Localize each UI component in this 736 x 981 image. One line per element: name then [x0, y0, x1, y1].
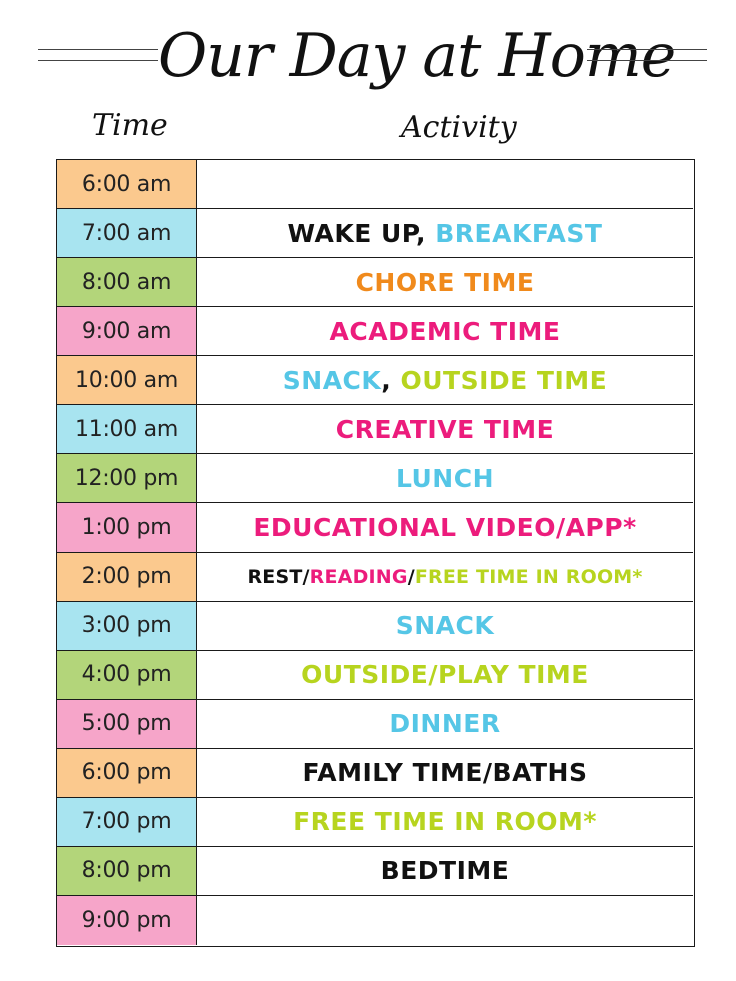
activity-text: / [407, 565, 415, 588]
activity-text: EDUCATIONAL VIDEO/APP* [253, 512, 637, 542]
schedule-row: 6:00 pm FAMILY TIME/BATHS [57, 748, 693, 798]
schedule-row: 12:00 pm LUNCH [57, 454, 693, 504]
time-cell: 5:00 pm [57, 699, 197, 748]
activity-cell: FAMILY TIME/BATHS [197, 749, 693, 797]
activity-cell: SNACK [197, 602, 693, 650]
schedule-row: 8:00 pm BEDTIME [57, 846, 693, 896]
schedule-row: 6:00 am [57, 160, 693, 210]
activity-cell: OUTSIDE/PLAY TIME [197, 651, 693, 699]
activity-text: CHORE TIME [355, 267, 535, 297]
time-cell: 6:00 am [57, 160, 197, 209]
activity-text: READING [309, 565, 408, 588]
activity-text: OUTSIDE/PLAY TIME [301, 660, 589, 690]
activity-text: ACADEMIC TIME [329, 316, 561, 346]
schedule-row: 11:00 am CREATIVE TIME [57, 405, 693, 455]
time-cell: 3:00 pm [57, 601, 197, 650]
schedule-row: 9:00 am ACADEMIC TIME [57, 307, 693, 357]
title-row: Our Day at Home [0, 0, 736, 110]
activity-cell: BEDTIME [197, 847, 693, 895]
activity-text: WAKE UP, [287, 218, 436, 248]
time-cell: 9:00 pm [57, 895, 197, 945]
time-column-header: Time [92, 108, 168, 143]
schedule-row: 1:00 pm EDUCATIONAL VIDEO/APP* [57, 503, 693, 553]
schedule-row: 2:00 pm REST/READING / FREE TIME IN ROOM* [57, 552, 693, 602]
activity-text: LUNCH [395, 463, 495, 493]
time-cell: 4:00 pm [57, 650, 197, 699]
activity-cell: REST/READING / FREE TIME IN ROOM* [197, 553, 693, 601]
activity-cell: DINNER [197, 700, 693, 748]
activity-text: OUTSIDE TIME [400, 365, 608, 395]
time-cell: 10:00 am [57, 356, 197, 405]
activity-text: FAMILY TIME/BATHS [302, 758, 588, 788]
time-cell: 1:00 pm [57, 503, 197, 552]
schedule-row: 9:00 pm [57, 895, 693, 945]
activity-cell: WAKE UP, BREAKFAST [197, 209, 693, 257]
activity-cell: SNACK, OUTSIDE TIME [197, 356, 693, 404]
activity-cell: CHORE TIME [197, 258, 693, 306]
activity-cell [197, 160, 693, 208]
title-decoration-left [38, 49, 158, 61]
time-cell: 2:00 pm [57, 552, 197, 601]
schedule-row: 5:00 pm DINNER [57, 699, 693, 749]
activity-cell: EDUCATIONAL VIDEO/APP* [197, 503, 693, 551]
activity-cell: LUNCH [197, 454, 693, 502]
time-cell: 8:00 pm [57, 846, 197, 895]
activity-cell: FREE TIME IN ROOM* [197, 798, 693, 846]
schedule-table: 6:00 am 7:00 am WAKE UP, BREAKFAST 8:00 am C… [56, 159, 695, 947]
time-cell: 7:00 am [57, 209, 197, 258]
activity-text: , [381, 365, 401, 395]
schedule-row: 8:00 am CHORE TIME [57, 258, 693, 308]
activity-text: FREE TIME IN ROOM* [293, 807, 597, 837]
activity-cell [197, 896, 693, 945]
activity-text: BEDTIME [380, 856, 510, 886]
activity-text: BREAKFAST [435, 218, 603, 248]
time-cell: 9:00 am [57, 307, 197, 356]
activity-text: SNACK [282, 365, 382, 395]
title-decoration-right [587, 49, 707, 61]
schedule-row: 10:00 am SNACK, OUTSIDE TIME [57, 356, 693, 406]
activity-text: FREE TIME IN ROOM* [414, 565, 643, 588]
activity-text: REST/ [247, 565, 310, 588]
activity-text: DINNER [389, 709, 501, 739]
schedule-row: 4:00 pm OUTSIDE/PLAY TIME [57, 650, 693, 700]
activity-text: SNACK [395, 611, 495, 641]
schedule-row: 7:00 pm FREE TIME IN ROOM* [57, 797, 693, 847]
time-cell: 11:00 am [57, 405, 197, 454]
time-cell: 6:00 pm [57, 748, 197, 797]
activity-text: CREATIVE TIME [335, 414, 555, 444]
schedule-row: 3:00 pm SNACK [57, 601, 693, 651]
time-cell: 12:00 pm [57, 454, 197, 503]
schedule-row: 7:00 am WAKE UP, BREAKFAST [57, 209, 693, 259]
page-title: Our Day at Home [158, 21, 676, 91]
activity-cell: CREATIVE TIME [197, 405, 693, 453]
activity-column-header: Activity [401, 110, 517, 145]
time-cell: 8:00 am [57, 258, 197, 307]
time-cell: 7:00 pm [57, 797, 197, 846]
activity-cell: ACADEMIC TIME [197, 307, 693, 355]
